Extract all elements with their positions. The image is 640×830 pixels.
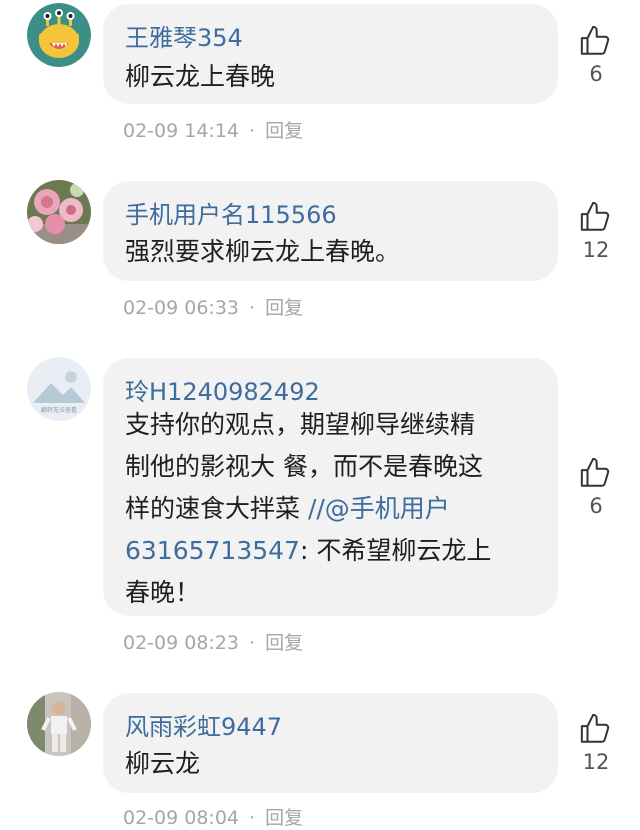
like-button[interactable]: 6 bbox=[577, 456, 615, 518]
like-count: 12 bbox=[582, 750, 610, 774]
avatar[interactable]: 翻转无法查看 bbox=[27, 357, 91, 421]
like-button[interactable]: 6 bbox=[577, 24, 615, 86]
comment-meta: 02-09 06:33 · 回复 bbox=[123, 293, 303, 320]
like-count: 12 bbox=[582, 238, 610, 262]
mountain-placeholder-avatar-icon: 翻转无法查看 bbox=[27, 357, 91, 421]
like-button[interactable]: 12 bbox=[577, 712, 615, 774]
reply-button[interactable]: 回复 bbox=[265, 632, 303, 654]
comment-meta: 02-09 08:23 · 回复 bbox=[123, 628, 303, 655]
username[interactable]: 手机用户名115566 bbox=[125, 195, 337, 230]
comment-date: 02-09 08:23 bbox=[123, 632, 240, 654]
comment-text-line: 制他的影视大 餐，而不是春晚这 bbox=[125, 452, 483, 481]
comment-bubble[interactable]: 风雨彩虹9447 柳云龙 bbox=[103, 693, 558, 793]
comment-text-segment: 样的速食大拌菜 bbox=[125, 494, 308, 523]
comment-text: 支持你的观点，期望柳导继续精 制他的影视大 餐，而不是春晚这 样的速食大拌菜 /… bbox=[125, 404, 545, 614]
thumbs-up-icon bbox=[580, 201, 610, 231]
comment-bubble[interactable]: 王雅琴354 柳云龙上春晚 bbox=[103, 4, 558, 104]
comment-text: 强烈要求柳云龙上春晚。 bbox=[125, 237, 401, 266]
pink-flowers-avatar-icon bbox=[27, 180, 91, 244]
avatar-caption: 翻转无法查看 bbox=[41, 406, 77, 414]
reply-button[interactable]: 回复 bbox=[265, 120, 303, 142]
meta-separator: · bbox=[249, 807, 256, 829]
comment-text-line: 支持你的观点，期望柳导继续精 bbox=[125, 410, 476, 439]
comment-text: 柳云龙上春晚 bbox=[125, 62, 276, 91]
meta-separator: · bbox=[249, 297, 256, 319]
avatar[interactable] bbox=[27, 692, 91, 756]
like-count: 6 bbox=[589, 494, 603, 518]
username[interactable]: 王雅琴354 bbox=[125, 18, 243, 53]
comment-text-segment: : 不希望柳云龙上 bbox=[299, 536, 492, 565]
mention-link[interactable]: //@手机用户 bbox=[308, 494, 450, 523]
meta-separator: · bbox=[249, 120, 256, 142]
person-photo-avatar-icon bbox=[27, 692, 91, 756]
mention-link[interactable]: 63165713547 bbox=[125, 536, 300, 565]
thumbs-up-icon bbox=[580, 457, 610, 487]
comment-bubble[interactable]: 手机用户名115566 强烈要求柳云龙上春晚。 bbox=[103, 181, 558, 281]
thumbs-up-icon bbox=[580, 713, 610, 743]
comment-date: 02-09 08:04 bbox=[123, 807, 240, 829]
comment-bubble[interactable]: 玲H1240982492 支持你的观点，期望柳导继续精 制他的影视大 餐，而不是… bbox=[103, 358, 558, 616]
comment-date: 02-09 14:14 bbox=[123, 120, 240, 142]
comment-text-line: 63165713547: 不希望柳云龙上 bbox=[125, 530, 545, 572]
comment-date: 02-09 06:33 bbox=[123, 297, 240, 319]
reply-button[interactable]: 回复 bbox=[265, 807, 303, 829]
like-button[interactable]: 12 bbox=[577, 200, 615, 262]
username[interactable]: 玲H1240982492 bbox=[125, 372, 320, 407]
comment-text-line: 春晚！ bbox=[125, 578, 201, 607]
comment-text-line: 样的速食大拌菜 //@手机用户 bbox=[125, 488, 545, 530]
comment-meta: 02-09 08:04 · 回复 bbox=[123, 803, 303, 830]
thumbs-up-icon bbox=[580, 25, 610, 55]
like-count: 6 bbox=[589, 62, 603, 86]
meta-separator: · bbox=[249, 632, 256, 654]
username[interactable]: 风雨彩虹9447 bbox=[125, 707, 282, 742]
avatar[interactable] bbox=[27, 180, 91, 244]
avatar[interactable] bbox=[27, 3, 91, 67]
yellow-monster-avatar-icon bbox=[27, 3, 91, 67]
comment-text: 柳云龙 bbox=[125, 749, 201, 778]
reply-button[interactable]: 回复 bbox=[265, 297, 303, 319]
comment-meta: 02-09 14:14 · 回复 bbox=[123, 116, 303, 143]
